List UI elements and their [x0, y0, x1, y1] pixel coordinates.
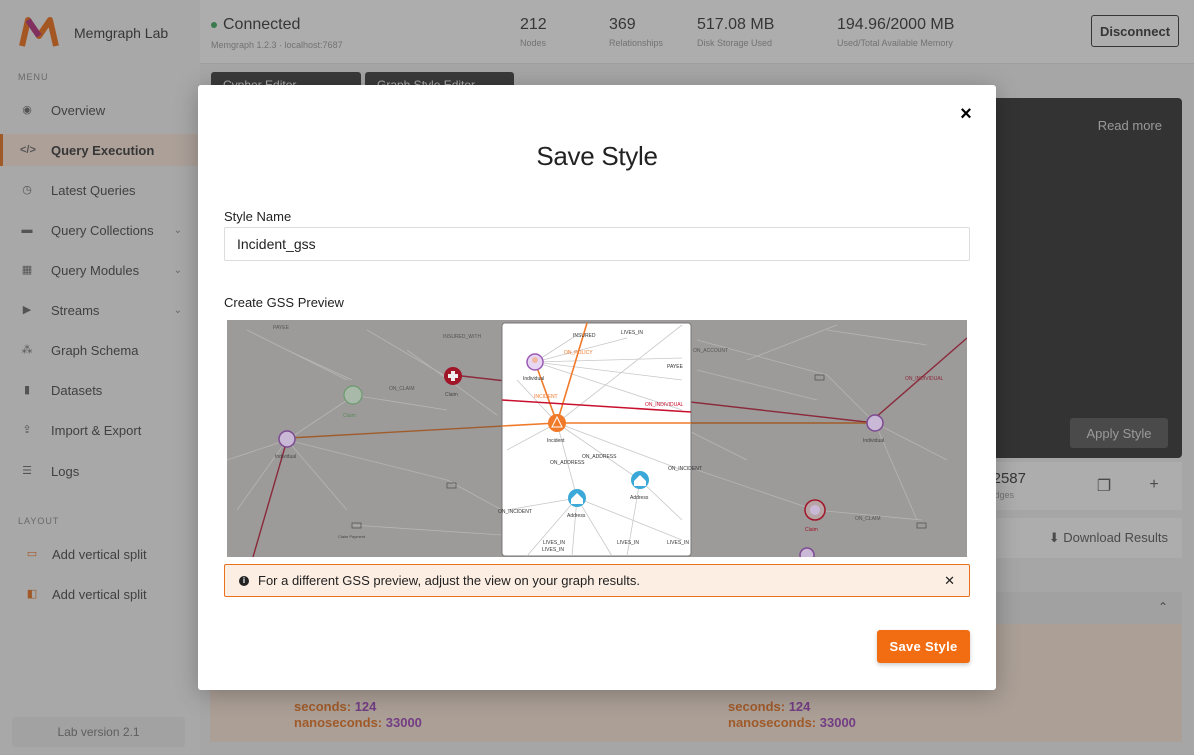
svg-text:ON_INDIVIDUAL: ON_INDIVIDUAL	[905, 376, 944, 382]
svg-text:ON_ADDRESS: ON_ADDRESS	[550, 460, 585, 466]
svg-text:ON_INDIVIDUAL: ON_INDIVIDUAL	[645, 402, 684, 408]
svg-text:PAYEE: PAYEE	[273, 325, 290, 331]
svg-text:Address: Address	[567, 513, 586, 519]
preview-info-alert: i For a different GSS preview, adjust th…	[224, 564, 970, 597]
alert-close-icon[interactable]: ✕	[944, 573, 955, 589]
svg-text:LIVES_IN: LIVES_IN	[542, 547, 564, 553]
style-name-label: Style Name	[224, 209, 292, 224]
svg-text:Incident: Incident	[547, 438, 565, 444]
graph-preview: INSURED LIVES_IN ON_POLICY PAYEE INCIDEN…	[227, 320, 967, 557]
save-style-button[interactable]: Save Style	[877, 630, 970, 663]
svg-text:Individual: Individual	[275, 454, 296, 460]
svg-text:ON_POLICY: ON_POLICY	[564, 350, 593, 356]
gss-preview-canvas[interactable]: INSURED LIVES_IN ON_POLICY PAYEE INCIDEN…	[227, 320, 967, 557]
svg-text:LIVES_IN: LIVES_IN	[621, 330, 643, 336]
alert-message: For a different GSS preview, adjust the …	[258, 573, 641, 588]
modal-title: Save Style	[536, 141, 658, 171]
svg-text:Individual: Individual	[523, 376, 544, 382]
graph-node-individual	[799, 547, 815, 557]
svg-text:ON_ADDRESS: ON_ADDRESS	[582, 454, 617, 460]
svg-text:ON_CLAIM: ON_CLAIM	[855, 516, 881, 522]
svg-text:INSURED_WITH: INSURED_WITH	[443, 334, 481, 340]
close-icon[interactable]: ×	[958, 103, 974, 125]
svg-text:PAYEE: PAYEE	[667, 364, 684, 370]
svg-text:INSURED: INSURED	[573, 333, 596, 339]
svg-text:ON_INCIDENT: ON_INCIDENT	[498, 509, 532, 515]
preview-label: Create GSS Preview	[224, 295, 344, 310]
svg-text:ON_CLAIM: ON_CLAIM	[389, 386, 415, 392]
svg-text:LIVES_IN: LIVES_IN	[543, 540, 565, 546]
style-name-input[interactable]	[224, 227, 970, 261]
svg-text:Claim: Claim	[445, 392, 458, 398]
info-icon: i	[239, 575, 249, 586]
svg-text:INCIDENT: INCIDENT	[534, 394, 558, 400]
save-style-modal: × Save Style Style Name Create GSS Previ…	[198, 85, 996, 690]
svg-text:LIVES_IN: LIVES_IN	[667, 540, 689, 546]
svg-text:ON_ACCOUNT: ON_ACCOUNT	[693, 348, 728, 354]
svg-text:Address: Address	[630, 495, 649, 501]
svg-text:LIVES_IN: LIVES_IN	[617, 540, 639, 546]
svg-text:Claim Payment: Claim Payment	[338, 534, 366, 539]
svg-text:Claim: Claim	[805, 527, 818, 533]
svg-text:ON_INCIDENT: ON_INCIDENT	[668, 466, 702, 472]
svg-text:Claim: Claim	[343, 413, 356, 419]
svg-text:Individual: Individual	[863, 438, 884, 444]
